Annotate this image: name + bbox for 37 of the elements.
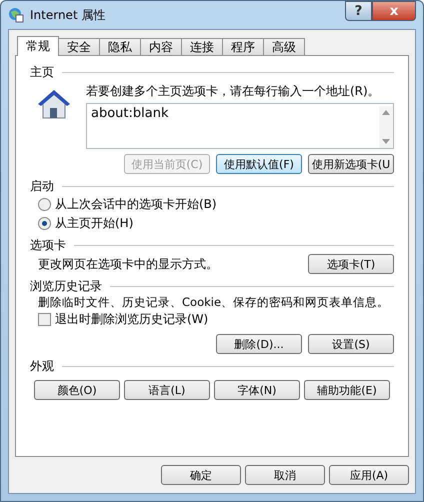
house-icon xyxy=(36,89,72,121)
home-page-button[interactable]: 使用默认值(F) xyxy=(216,154,302,174)
home-page-instruction: 若要创建多个主页选项卡，请在每行输入一个地址(R)。 xyxy=(86,83,381,100)
section-heading: 选项卡 xyxy=(30,237,66,254)
tab[interactable]: 隐私 xyxy=(99,38,141,55)
history-button[interactable]: 设置(S) xyxy=(308,334,394,354)
internet-options-icon xyxy=(8,7,24,23)
tab[interactable]: 安全 xyxy=(58,38,100,55)
section-heading: 主页 xyxy=(30,64,54,81)
startup-radio[interactable]: 从主页开始(H) xyxy=(30,214,394,233)
section-heading: 浏览历史记录 xyxy=(30,278,102,295)
appearance-button[interactable]: 字体(N) xyxy=(214,380,300,400)
scroll-up-icon[interactable] xyxy=(382,110,390,115)
home-page-button[interactable]: 使用新选项卡(U xyxy=(308,154,394,174)
dialog-button[interactable]: 取消 xyxy=(245,465,325,485)
tab[interactable]: 内容 xyxy=(140,38,182,55)
history-description: 删除临时文件、历史记录、Cookie、保存的密码和网页表单信息。 xyxy=(37,295,390,309)
dialog-button[interactable]: 确定 xyxy=(161,465,241,485)
dialog-button[interactable]: 应用(A) xyxy=(329,465,409,485)
appearance-button[interactable]: 语言(L) xyxy=(124,380,210,400)
appearance-button[interactable]: 辅助功能(E) xyxy=(304,380,390,400)
appearance-button[interactable]: 颜色(O) xyxy=(34,380,120,400)
scroll-down-icon[interactable] xyxy=(382,139,390,144)
tabs-description: 更改网页在选项卡中的显示方式。 xyxy=(38,256,218,272)
tab[interactable]: 程序 xyxy=(222,38,264,55)
tab[interactable]: 常规 xyxy=(17,36,59,56)
history-button[interactable]: 删除(D)... xyxy=(216,334,302,354)
home-page-address-field[interactable]: about:blank xyxy=(86,103,394,149)
section-heading: 外观 xyxy=(30,358,54,375)
tabs-settings-button[interactable]: 选项卡(T) xyxy=(308,254,394,274)
tab[interactable]: 连接 xyxy=(181,38,223,55)
window-title: Internet 属性 xyxy=(30,6,106,24)
delete-on-exit-checkbox[interactable]: 退出时删除浏览历史记录(W) xyxy=(30,310,394,329)
section-heading: 启动 xyxy=(30,178,54,195)
help-button[interactable]: ? xyxy=(345,1,372,21)
tab[interactable]: 高级 xyxy=(263,38,305,55)
startup-radio[interactable]: 从上次会话中的选项卡开始(B) xyxy=(30,195,394,214)
